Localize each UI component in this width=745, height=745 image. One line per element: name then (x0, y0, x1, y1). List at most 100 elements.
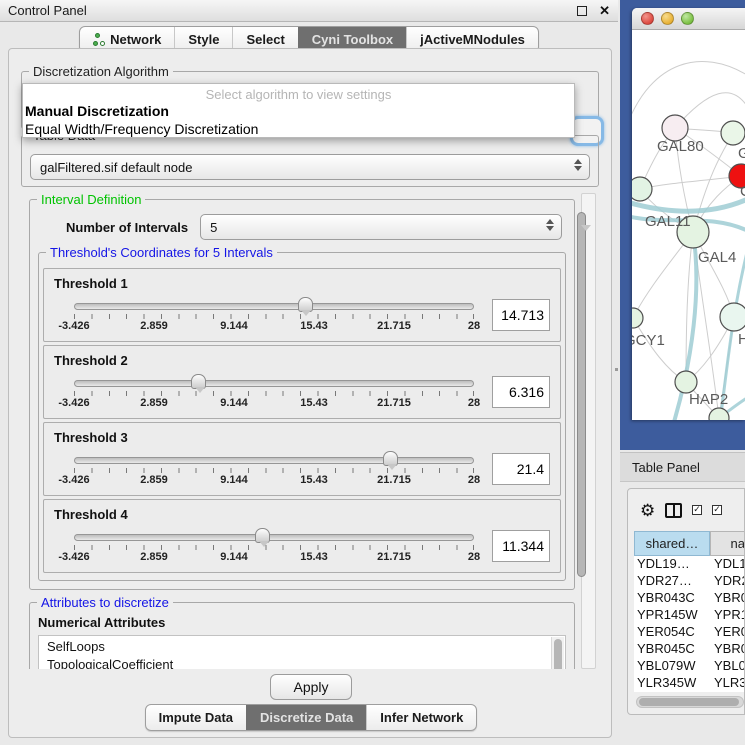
tab-label: Network (110, 32, 161, 47)
tab-impute-data[interactable]: Impute Data (146, 705, 246, 730)
mac-minimize-icon[interactable] (661, 12, 674, 25)
network-node-label: HAP2 (689, 391, 728, 408)
network-node[interactable] (632, 308, 643, 328)
table-row[interactable]: YDR27…YDR2 (634, 573, 745, 590)
slider-thumb[interactable] (383, 451, 398, 466)
slider-track (74, 534, 474, 541)
panel-resize-handle[interactable] (615, 368, 618, 371)
tick-label: 21.715 (377, 474, 411, 486)
threshold-value-field[interactable]: 14.713 (492, 299, 550, 331)
threshold-slider[interactable]: -3.4262.8599.14415.4321.71528 (74, 528, 474, 568)
slider-ticks (74, 314, 474, 319)
algorithm-dropdown-placeholder: Select algorithm to view settings (23, 84, 574, 102)
discretization-algorithm-label: Discretization Algorithm (29, 64, 173, 79)
checkbox-icon[interactable] (712, 505, 722, 515)
network-node[interactable] (632, 177, 652, 201)
stepper-arrows-icon (574, 159, 582, 171)
threshold-slider[interactable]: -3.4262.8599.14415.4321.71528 (74, 374, 474, 414)
cell-name: YBR0 (710, 641, 745, 658)
threshold-slider[interactable]: -3.4262.8599.14415.4321.71528 (74, 297, 474, 337)
threshold-slider[interactable]: -3.4262.8599.14415.4321.71528 (74, 451, 474, 491)
algorithm-dropdown-popup: Select algorithm to view settings Manual… (22, 83, 575, 138)
slider-ticks (74, 391, 474, 396)
table-data-group: Table Data galFiltered.sif default node (21, 135, 599, 187)
panel-vertical-scrollbar[interactable] (581, 193, 596, 669)
numerical-attributes-list[interactable]: SelfLoopsTopologicalCoefficientBetweenne… (38, 635, 566, 669)
slider-thumb[interactable] (298, 297, 313, 312)
slider-thumb[interactable] (191, 374, 206, 389)
attribute-list-item[interactable]: SelfLoops (47, 638, 565, 656)
column-layout-icon[interactable] (665, 503, 682, 518)
slider-ticks (74, 545, 474, 550)
attribute-list-item[interactable]: TopologicalCoefficient (47, 656, 565, 669)
interval-definition-label: Interval Definition (37, 192, 145, 207)
settings-scroll-area: Interval Definition Number of Intervals … (21, 191, 581, 669)
table-panel-title: Table Panel (632, 460, 700, 475)
table-row[interactable]: YLR345WYLR3 (634, 675, 745, 692)
algorithm-option[interactable]: Manual Discretization (23, 102, 574, 120)
apply-button[interactable]: Apply (270, 674, 351, 700)
network-node[interactable] (675, 371, 697, 393)
cell-name: YBL0 (710, 658, 745, 675)
bottom-tab-group: Impute DataDiscretize DataInfer Network (145, 704, 478, 731)
table-row[interactable]: YER054CYER0 (634, 624, 745, 641)
gear-icon[interactable]: ⚙ (640, 502, 655, 519)
threshold-value-field[interactable]: 6.316 (492, 376, 550, 408)
tick-label: -3.426 (58, 397, 89, 409)
table-row[interactable]: YPR145WYPR1 (634, 607, 745, 624)
slider-track (74, 303, 474, 310)
table-row[interactable]: YBL079WYBL0 (634, 658, 745, 675)
tick-label: 28 (468, 551, 480, 563)
number-of-intervals-combobox[interactable]: 5 (200, 214, 562, 240)
float-window-icon[interactable] (577, 6, 587, 16)
scrollbar-thumb[interactable] (639, 698, 739, 706)
slider-thumb[interactable] (255, 528, 270, 543)
network-node-label: GAL80 (657, 138, 704, 155)
tick-label: 9.144 (220, 320, 248, 332)
numerical-attributes-label: Numerical Attributes (38, 615, 566, 630)
network-node-label: GAL11 (645, 213, 691, 230)
network-node-label: C (740, 183, 745, 200)
mac-close-icon[interactable] (641, 12, 654, 25)
close-icon[interactable]: ✕ (599, 3, 610, 19)
thresholds-group: Threshold's Coordinates for 5 Intervals … (38, 252, 566, 581)
tick-label: 21.715 (377, 397, 411, 409)
cell-shared-name: YBR043C (634, 590, 710, 607)
tick-label: 21.715 (377, 551, 411, 563)
table-panel: ⚙ shared…na YDL19…YDL1YDR27…YDR2YBR043CY… (627, 488, 745, 715)
table-data-combobox[interactable]: galFiltered.sif default node (30, 154, 590, 180)
table-row[interactable]: YBR043CYBR0 (634, 590, 745, 607)
algorithm-option[interactable]: Equal Width/Frequency Discretization (23, 120, 574, 138)
threshold-panel: Threshold 4-3.4262.8599.14415.4321.71528… (43, 499, 561, 573)
mac-zoom-icon[interactable] (681, 12, 694, 25)
network-node[interactable] (721, 121, 745, 145)
threshold-value-field[interactable]: 21.4 (492, 453, 550, 485)
table-data-value: galFiltered.sif default node (40, 160, 192, 175)
stepper-arrows-icon (546, 219, 554, 231)
tick-label: 15.43 (300, 397, 328, 409)
threshold-panel: Threshold 3 -3.4262.8599.14415.4321.71528… (43, 422, 561, 496)
tab-label: Select (246, 32, 284, 47)
tab-discretize-data[interactable]: Discretize Data (246, 705, 366, 730)
scrollbar-thumb[interactable] (577, 212, 586, 577)
column-header[interactable]: na (710, 531, 745, 556)
table-row[interactable]: YDL19…YDL1 (634, 556, 745, 573)
tick-label: 28 (468, 474, 480, 486)
table-panel-titlebar: Table Panel (620, 452, 745, 482)
slider-tick-labels: -3.4262.8599.14415.4321.71528 (74, 551, 474, 565)
table-horizontal-scrollbar[interactable] (636, 696, 744, 708)
table-row[interactable]: YBR045CYBR0 (634, 641, 745, 658)
control-panel-title: Control Panel (8, 3, 87, 18)
checkbox-icon[interactable] (692, 505, 702, 515)
tick-label: 2.859 (140, 320, 168, 332)
tab-infer-network[interactable]: Infer Network (366, 705, 476, 730)
list-scrollbar[interactable] (551, 637, 564, 669)
network-window: GAL80GACGAL11GAL4GCY1HHAP2 (632, 8, 745, 420)
threshold-value-field[interactable]: 11.344 (492, 530, 550, 562)
network-canvas[interactable]: GAL80GACGAL11GAL4GCY1HHAP2 (632, 30, 745, 420)
tick-label: 15.43 (300, 551, 328, 563)
column-header[interactable]: shared… (634, 531, 710, 556)
network-node[interactable] (720, 303, 745, 331)
bottom-tab-row: Impute DataDiscretize DataInfer Network (9, 704, 613, 731)
threshold-label: Threshold 3 (54, 430, 550, 445)
